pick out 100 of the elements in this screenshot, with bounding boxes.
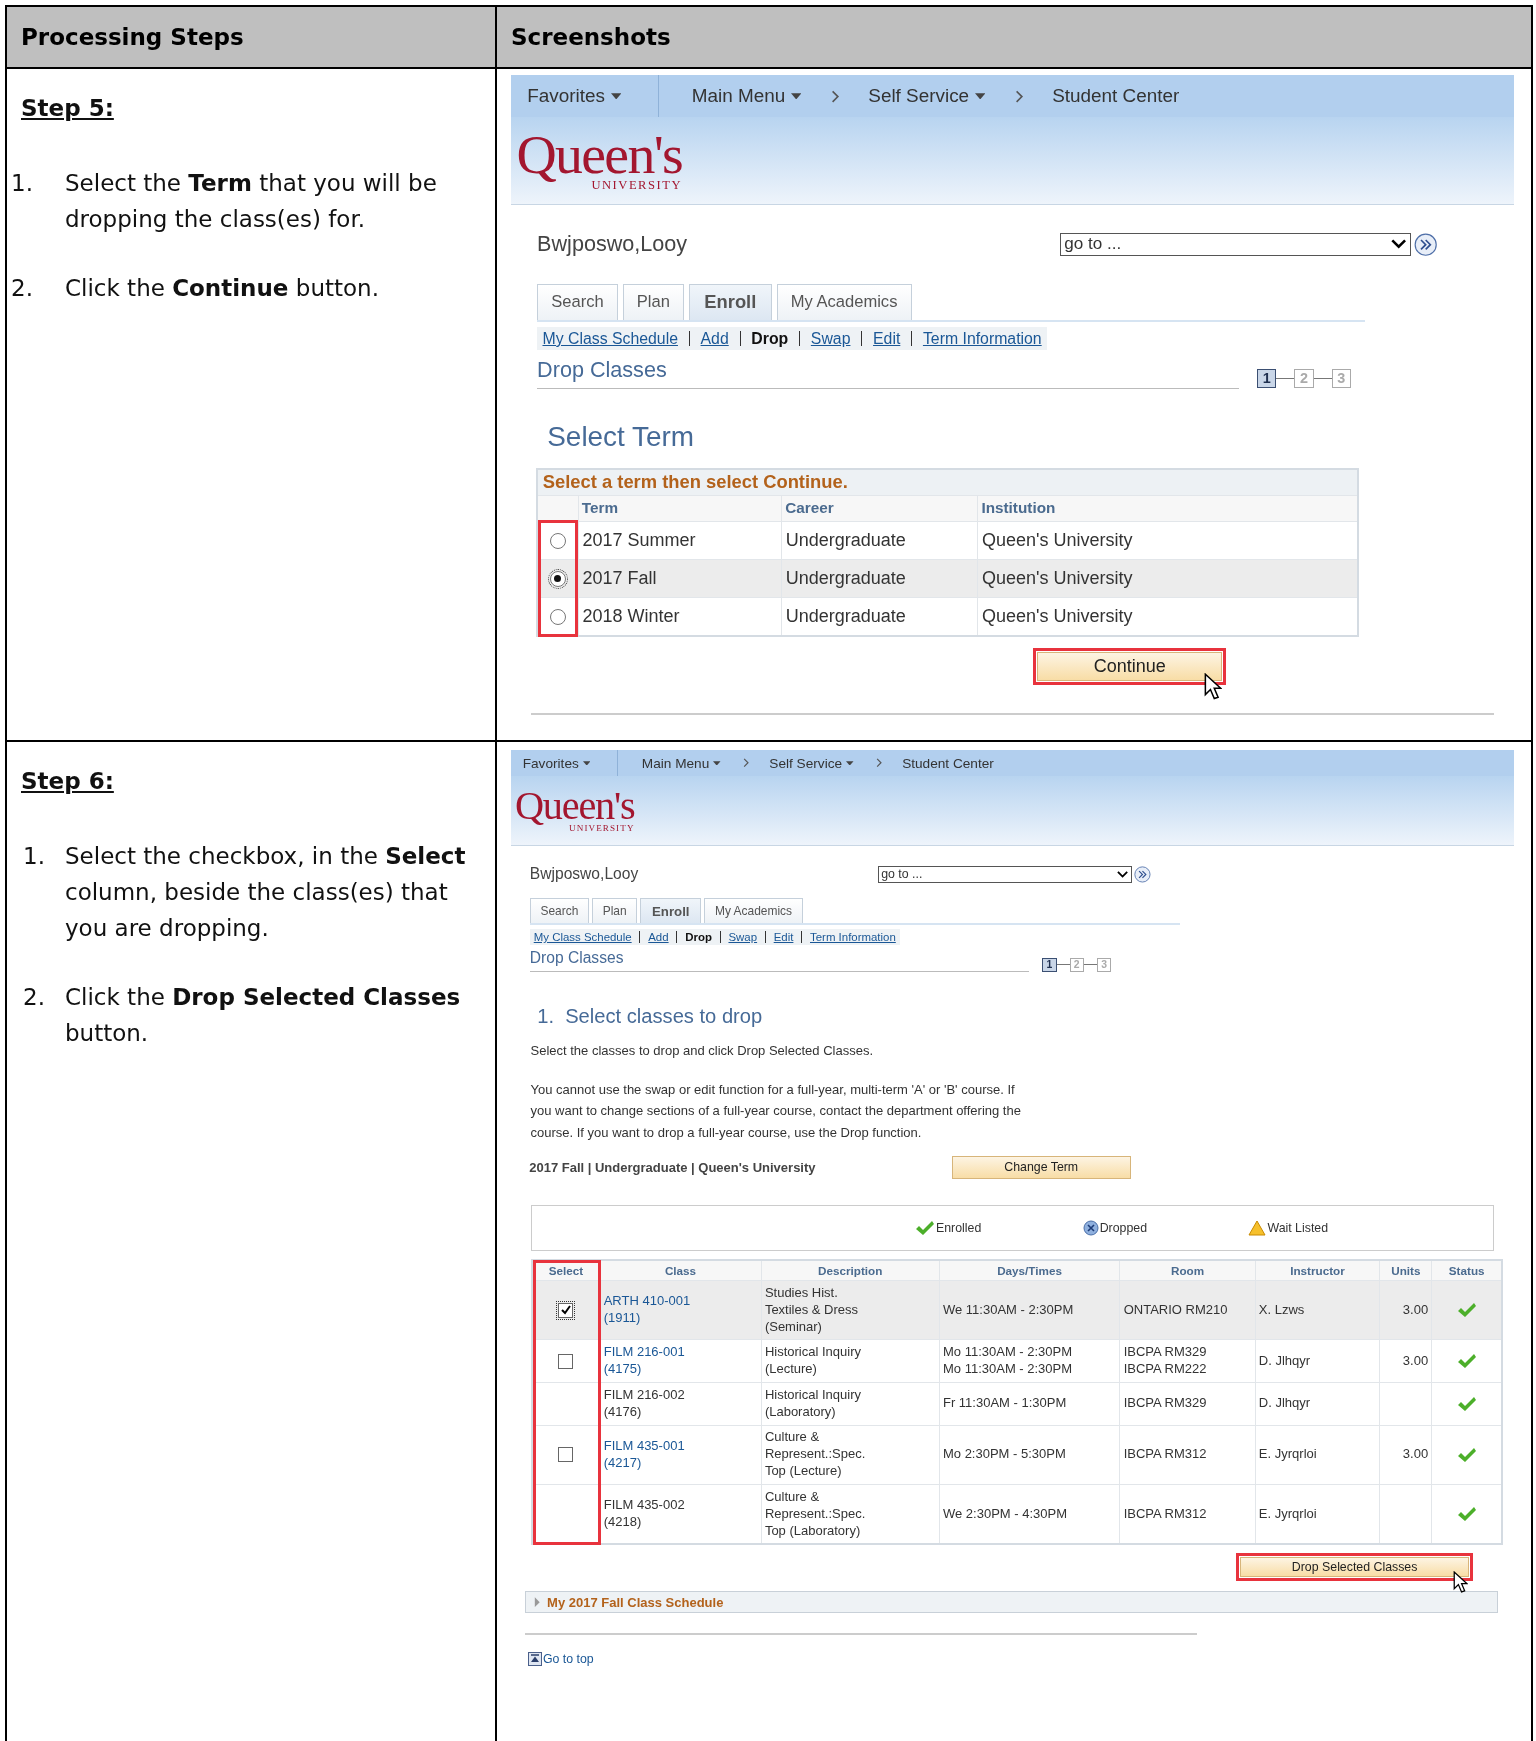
tab[interactable]: Plan	[592, 897, 638, 924]
nav-menu-item[interactable]: Favorites	[522, 755, 613, 771]
progress-step: 3	[1331, 369, 1351, 388]
caret-icon	[974, 92, 986, 100]
column-header: Term	[577, 496, 782, 522]
table-cell: IBCPA RM312	[1123, 1505, 1207, 1523]
table-cell: 3.00	[1402, 1352, 1429, 1370]
tab[interactable]: Search	[537, 283, 618, 320]
table-cell: Culture & Represent.:Spec. Top (Lecture)	[764, 1429, 866, 1481]
tab[interactable]: Enroll	[688, 283, 772, 320]
sub-navigation-link[interactable]: Add	[700, 329, 729, 348]
legend-label: Enrolled	[936, 1220, 982, 1235]
checkbox[interactable]	[558, 1447, 574, 1463]
radio-button[interactable]	[549, 532, 567, 549]
nav-menu-item[interactable]: Favorites	[527, 85, 652, 108]
term-summary: 2017 Fall | Undergraduate | Queen's University	[529, 1159, 817, 1175]
legend-label: Wait Listed	[1267, 1220, 1329, 1235]
logo-subtitle: UNIVERSITY	[591, 179, 683, 192]
tab[interactable]: Plan	[622, 283, 685, 320]
table-cell: Undergraduate	[781, 560, 978, 598]
grid-caption: Select a term then select Continue.	[538, 469, 1358, 496]
progress-step: 2	[1294, 369, 1314, 388]
column-header: Institution	[977, 496, 1358, 522]
nav-menu-item[interactable]: Self Service	[831, 85, 1016, 108]
sub-navigation-link[interactable]: Drop	[685, 931, 712, 943]
class-link[interactable]: ARTH 410-001 (1911)	[603, 1293, 691, 1328]
checkbox[interactable]	[558, 1353, 574, 1369]
table-cell: Studies Hist. Textiles & Dress (Seminar)	[764, 1284, 859, 1336]
table-cell: Queen's University	[977, 598, 1358, 636]
class-link[interactable]: FILM 216-001 (4175)	[603, 1344, 685, 1379]
sub-navigation-link[interactable]: Swap	[810, 329, 851, 348]
logo-subtitle: UNIVERSITY	[569, 824, 635, 834]
table-cell: E. Jyrqrloi	[1258, 1505, 1317, 1523]
progress-step: 1	[1042, 957, 1057, 972]
page-title: Drop Classes	[537, 356, 1240, 390]
column-header: Days/Times	[938, 1261, 1120, 1280]
change-term-button[interactable]: Change Term	[951, 1156, 1131, 1179]
sub-navigation-link[interactable]: Edit	[873, 329, 901, 348]
sub-navigation-link[interactable]: Swap	[728, 931, 758, 943]
instruction-text: Select the classes to drop and click Drop Selected Classes.	[530, 1043, 874, 1059]
progress-step: 3	[1096, 957, 1112, 972]
tab[interactable]: Enroll	[640, 897, 702, 924]
table-cell: IBCPA RM329 IBCPA RM222	[1123, 1344, 1207, 1379]
nav-menu-item[interactable]: Student Center	[1015, 85, 1210, 108]
table-cell: Culture & Represent.:Spec. Top (Laboratory)	[764, 1488, 866, 1540]
item-number: 1.	[23, 842, 46, 871]
instruction-text: Select the checkbox, in the Select column, beside the class(es) that you are dropping.	[65, 842, 467, 943]
item-number: 2.	[23, 983, 46, 1012]
table-cell: Queen's University	[977, 560, 1358, 598]
logo-wordmark: Queen's	[514, 787, 635, 825]
table-cell: 2017 Fall	[577, 560, 782, 598]
tab[interactable]: My Academics	[776, 283, 912, 320]
checkbox[interactable]	[558, 1302, 574, 1318]
table-cell: FILM 435-002 (4218)	[603, 1497, 685, 1532]
goto-dropdown[interactable]: go to ...	[877, 865, 1132, 884]
radio-button[interactable]	[549, 570, 567, 587]
column-header: Description	[760, 1261, 939, 1280]
go-button-icon[interactable]	[1414, 232, 1438, 256]
column-header: Career	[781, 496, 978, 522]
continue-button[interactable]: Continue	[1037, 651, 1223, 681]
column-header: Select	[547, 1263, 585, 1280]
table-cell: Historical Inquiry (Lecture)	[764, 1344, 861, 1379]
column-header: Class	[599, 1261, 761, 1280]
sub-navigation-link[interactable]: Term Information	[922, 329, 1042, 348]
sub-navigation-link[interactable]: My Class Schedule	[542, 329, 678, 348]
logo-wordmark: Queen's	[516, 129, 683, 180]
table-cell: Mo 2:30PM - 5:30PM	[942, 1446, 1066, 1464]
tab[interactable]: My Academics	[704, 897, 803, 924]
table-cell: 3.00	[1402, 1446, 1429, 1464]
go-to-top-icon	[527, 1651, 542, 1666]
nav-menu-item[interactable]: Main Menu	[641, 755, 743, 771]
nav-menu-item[interactable]: Main Menu	[691, 85, 832, 108]
tab[interactable]: Search	[529, 897, 589, 924]
sub-navigation-link[interactable]: Term Information	[810, 931, 896, 943]
sub-navigation-link[interactable]: Drop	[751, 329, 789, 348]
table-cell: X. Lzws	[1258, 1301, 1305, 1319]
table-cell: Mo 11:30AM - 2:30PM Mo 11:30AM - 2:30PM	[942, 1344, 1073, 1379]
nav-menu-item[interactable]: Student Center	[875, 755, 1016, 771]
caret-icon	[1117, 870, 1129, 879]
goto-dropdown[interactable]: go to ...	[1059, 232, 1411, 256]
step-title: Step 6:	[21, 768, 115, 794]
cursor-icon	[1204, 673, 1222, 702]
sub-navigation-link[interactable]: My Class Schedule	[533, 931, 632, 943]
go-to-top-link[interactable]: Go to top	[542, 1651, 594, 1666]
table-cell: 2018 Winter	[577, 598, 782, 636]
student-name: Bwjposwo,Looy	[529, 865, 640, 884]
drop-selected-classes-button[interactable]: Drop Selected Classes	[1240, 1557, 1469, 1577]
table-cell: We 2:30PM - 4:30PM	[942, 1505, 1067, 1523]
caret-icon	[790, 92, 802, 100]
table-cell: D. Jlhqyr	[1258, 1395, 1311, 1413]
table-cell: Historical Inquiry (Laboratory)	[764, 1386, 861, 1421]
item-number: 1.	[11, 169, 34, 198]
sub-navigation-link[interactable]: Add	[648, 931, 669, 943]
sub-navigation-link[interactable]: Edit	[773, 931, 794, 943]
go-button-icon[interactable]	[1134, 866, 1152, 883]
nav-menu-item[interactable]: Self Service	[742, 755, 876, 771]
page-title: Drop Classes	[529, 949, 1030, 973]
radio-button[interactable]	[549, 608, 567, 625]
collapsible-section-header[interactable]: My 2017 Fall Class Schedule	[525, 1590, 1498, 1614]
class-link[interactable]: FILM 435-001 (4217)	[603, 1437, 685, 1472]
